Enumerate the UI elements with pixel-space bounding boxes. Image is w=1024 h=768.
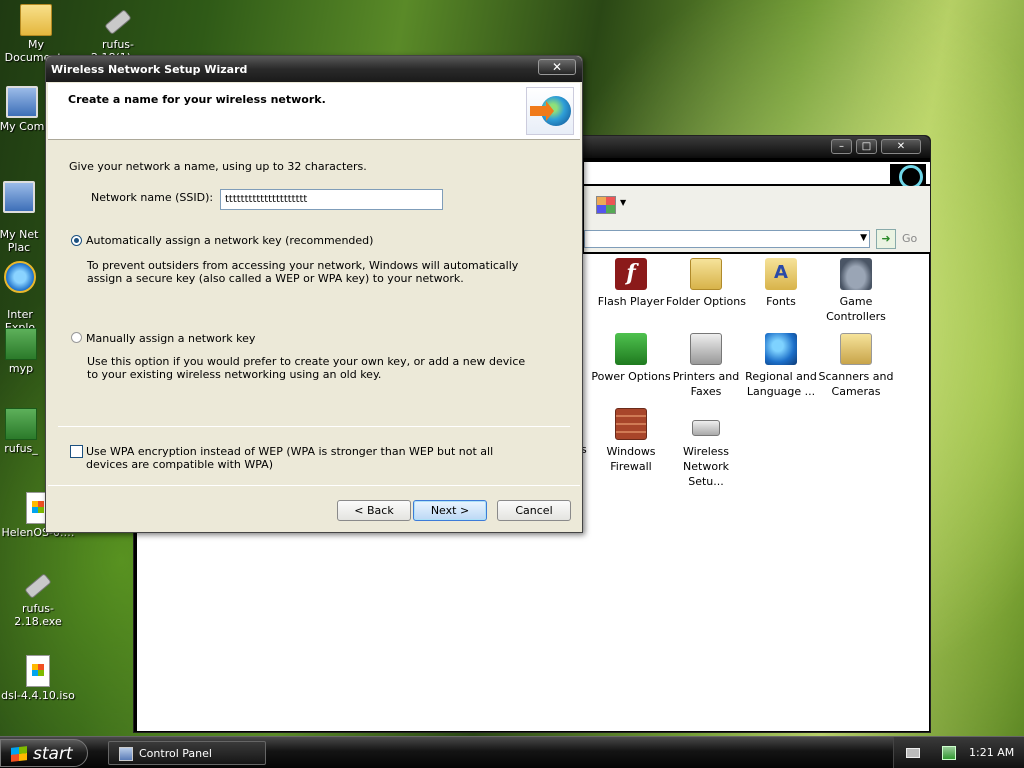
- auto-assign-description: To prevent outsiders from accessing your…: [87, 259, 519, 285]
- cp-item-label: Fonts: [766, 295, 796, 308]
- usb-drive-icon: [24, 573, 52, 599]
- cp-item-label: Scanners and Cameras: [818, 370, 894, 398]
- wizard-title: Wireless Network Setup Wizard: [51, 63, 248, 76]
- scanner-icon: [840, 333, 872, 365]
- cancel-button[interactable]: Cancel: [497, 500, 571, 521]
- folder-icon: [20, 4, 52, 36]
- views-icon[interactable]: [596, 196, 616, 214]
- cp-item-folder-options[interactable]: Folder Options: [666, 258, 746, 309]
- network-globe-icon: [526, 87, 574, 135]
- network-status-icon[interactable]: [942, 746, 956, 760]
- close-icon[interactable]: ✕: [538, 59, 576, 75]
- divider: [48, 485, 580, 486]
- cp-item-wireless-network-setup[interactable]: Wireless Network Setu...: [666, 408, 746, 489]
- wizard-heading: Create a name for your wireless network.: [68, 93, 326, 106]
- internet-explorer-icon: [4, 261, 36, 293]
- green-book-icon: [5, 408, 37, 440]
- cp-item-scanners-and-cameras[interactable]: Scanners and Cameras: [816, 333, 896, 399]
- iso-file-icon: [26, 655, 50, 687]
- back-button[interactable]: < Back: [337, 500, 411, 521]
- manual-assign-label[interactable]: Manually assign a network key: [86, 332, 255, 345]
- divider: [58, 426, 570, 427]
- cp-item-label: Folder Options: [666, 295, 746, 308]
- cp-item-regional-and-language[interactable]: Regional and Language ...: [741, 333, 821, 399]
- start-label: start: [33, 744, 73, 764]
- cp-item-windows-firewall[interactable]: Windows Firewall: [591, 408, 671, 474]
- cp-item-fonts[interactable]: A Fonts: [741, 258, 821, 309]
- firewall-icon: [615, 408, 647, 440]
- radio-manual-assign-key[interactable]: [71, 332, 82, 343]
- game-controller-icon: [840, 258, 872, 290]
- intro-text: Give your network a name, using up to 32…: [69, 160, 367, 173]
- desktop-icon-label: rufus_: [4, 442, 38, 455]
- wireless-setup-wizard-dialog: Wireless Network Setup Wizard ✕ Create a…: [45, 55, 583, 533]
- cp-item-label: Windows Firewall: [606, 445, 656, 473]
- wizard-header: Create a name for your wireless network.: [48, 83, 580, 140]
- keyboard-icon[interactable]: [906, 748, 920, 758]
- minimize-button[interactable]: –: [831, 139, 852, 154]
- windows-flag-icon: [11, 746, 27, 762]
- cp-item-label: Flash Player: [597, 295, 665, 308]
- auto-assign-label[interactable]: Automatically assign a network key (reco…: [86, 234, 373, 247]
- cp-item-printers-and-faxes[interactable]: Printers and Faxes: [666, 333, 746, 399]
- clock[interactable]: 1:21 AM: [969, 746, 1014, 759]
- desktop-icon-rufus-exe[interactable]: rufus-2.18.exe: [0, 568, 76, 628]
- cp-item-power-options[interactable]: Power Options: [591, 333, 671, 384]
- usb-drive-icon: [104, 9, 132, 35]
- manual-assign-description: Use this option if you would prefer to c…: [87, 355, 526, 381]
- wireless-icon: [692, 420, 720, 436]
- wizard-titlebar[interactable]: Wireless Network Setup Wizard ✕: [46, 56, 582, 82]
- desktop-icon-myp[interactable]: myp: [0, 328, 46, 375]
- globe-clock-icon: [765, 333, 797, 365]
- desktop-icon-dsl-iso[interactable]: dsl-4.4.10.iso: [0, 655, 76, 702]
- cp-item-label: Wireless Network Setu...: [682, 445, 730, 488]
- radio-auto-assign-key[interactable]: [71, 235, 82, 246]
- toolbar: ▼: [584, 186, 930, 226]
- desktop-icon-label: dsl-4.4.10.iso: [1, 689, 75, 702]
- chevron-down-icon[interactable]: ▼: [620, 198, 626, 207]
- cp-item-label: Regional and Language ...: [745, 370, 817, 398]
- maximize-button[interactable]: □: [856, 139, 877, 154]
- taskbar-item-label: Control Panel: [139, 747, 212, 760]
- close-button[interactable]: ✕: [881, 139, 921, 154]
- computer-icon: [6, 86, 38, 118]
- menu-bar: [584, 162, 930, 189]
- printer-icon: [690, 333, 722, 365]
- start-button[interactable]: start: [0, 739, 88, 767]
- taskbar: start Control Panel 1:21 AM: [0, 736, 1024, 768]
- fonts-icon: A: [765, 258, 797, 290]
- cp-item-label: Printers and Faxes: [672, 370, 740, 398]
- wpa-checkbox[interactable]: [70, 445, 83, 458]
- green-book-icon: [5, 328, 37, 360]
- ssid-label: Network name (SSID):: [91, 191, 214, 204]
- go-arrow-icon[interactable]: ➜: [876, 229, 896, 249]
- ssid-input[interactable]: [220, 189, 443, 210]
- system-tray: 1:21 AM: [893, 737, 1024, 768]
- cp-item-label: Power Options: [591, 370, 671, 383]
- address-dropdown-icon[interactable]: ▼: [860, 233, 867, 243]
- cp-item-flash-player[interactable]: f Flash Player: [591, 258, 671, 309]
- taskbar-item-control-panel[interactable]: Control Panel: [108, 741, 266, 765]
- windows-logo-icon: [890, 164, 926, 189]
- desktop-icon-rufus-folder[interactable]: rufus_: [0, 408, 46, 455]
- folder-options-icon: [690, 258, 722, 290]
- desktop-icon-label: myp: [8, 362, 34, 375]
- cp-item-game-controllers[interactable]: Game Controllers: [816, 258, 896, 324]
- wpa-checkbox-label[interactable]: Use WPA encryption instead of WEP (WPA i…: [86, 445, 526, 471]
- control-panel-icon: [119, 747, 133, 761]
- flash-icon: f: [615, 258, 647, 290]
- next-button[interactable]: Next >: [413, 500, 487, 521]
- go-button[interactable]: Go: [902, 232, 917, 245]
- address-input[interactable]: ▼: [584, 230, 870, 248]
- power-icon: [615, 333, 647, 365]
- address-bar: ▼ ➜ Go: [584, 226, 930, 252]
- cp-item-label: Game Controllers: [826, 295, 886, 323]
- desktop-icon-label: rufus-2.18.exe: [14, 602, 62, 628]
- network-places-icon: [3, 181, 35, 213]
